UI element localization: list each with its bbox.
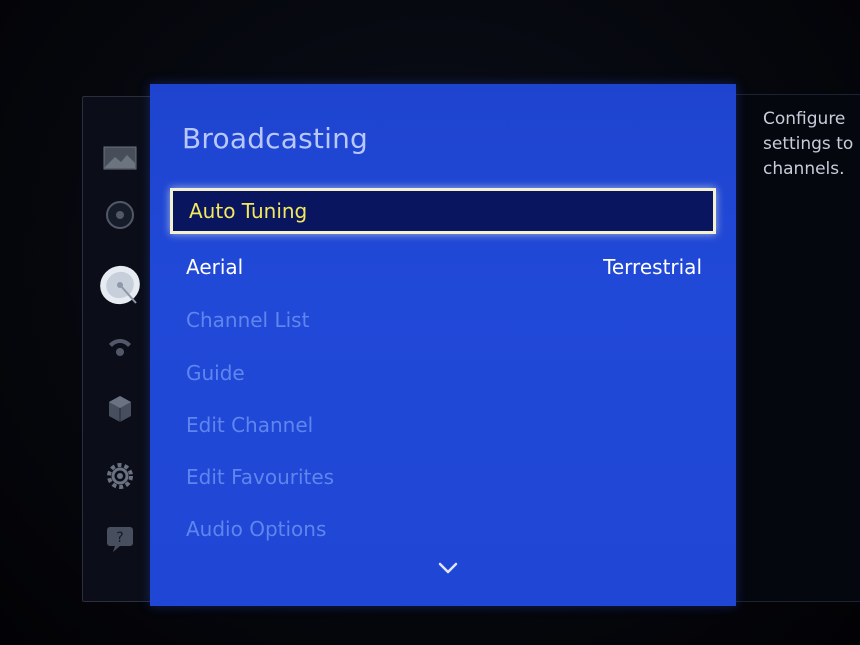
system-gear-icon[interactable] <box>100 456 140 496</box>
network-icon[interactable] <box>100 327 140 367</box>
menu-item-edit-favourites[interactable]: Edit Favourites <box>170 454 716 500</box>
menu-item-edit-channel[interactable]: Edit Channel <box>170 402 716 448</box>
menu-item-label: Guide <box>186 361 245 385</box>
menu-item-label: Aerial <box>186 255 244 279</box>
support-icon[interactable]: ? <box>100 519 140 559</box>
menu-item-audio-options[interactable]: Audio Options <box>170 506 716 552</box>
description-line: settings to <box>763 134 854 154</box>
menu-item-aerial[interactable]: Aerial Terrestrial <box>170 244 716 290</box>
menu-item-label: Edit Favourites <box>186 465 335 489</box>
chevron-down-icon[interactable] <box>436 558 460 578</box>
menu-item-label: Edit Channel <box>186 413 314 437</box>
menu-title: Broadcasting <box>182 122 368 155</box>
menu-item-guide[interactable]: Guide <box>170 350 716 396</box>
smart-features-icon[interactable] <box>100 389 140 429</box>
menu-item-label: Audio Options <box>186 517 327 541</box>
description-panel: Configure settings to channels. <box>735 94 860 602</box>
menu-item-label: Auto Tuning <box>189 199 308 223</box>
sound-icon[interactable] <box>100 195 140 235</box>
menu-item-channel-list[interactable]: Channel List <box>170 297 716 343</box>
description-line: channels. <box>763 159 845 179</box>
menu-item-label: Channel List <box>186 308 310 332</box>
tv-screen: ? Configure settings to channels. Broadc… <box>0 0 860 645</box>
svg-text:?: ? <box>116 530 123 546</box>
picture-icon[interactable] <box>100 138 140 178</box>
aerial-value: Terrestrial <box>603 255 702 279</box>
broadcasting-icon[interactable] <box>95 260 147 312</box>
broadcasting-menu-panel: Broadcasting Auto Tuning Aerial Terrestr… <box>150 84 736 606</box>
description-line: Configure <box>763 109 846 129</box>
menu-item-auto-tuning[interactable]: Auto Tuning <box>170 188 716 234</box>
